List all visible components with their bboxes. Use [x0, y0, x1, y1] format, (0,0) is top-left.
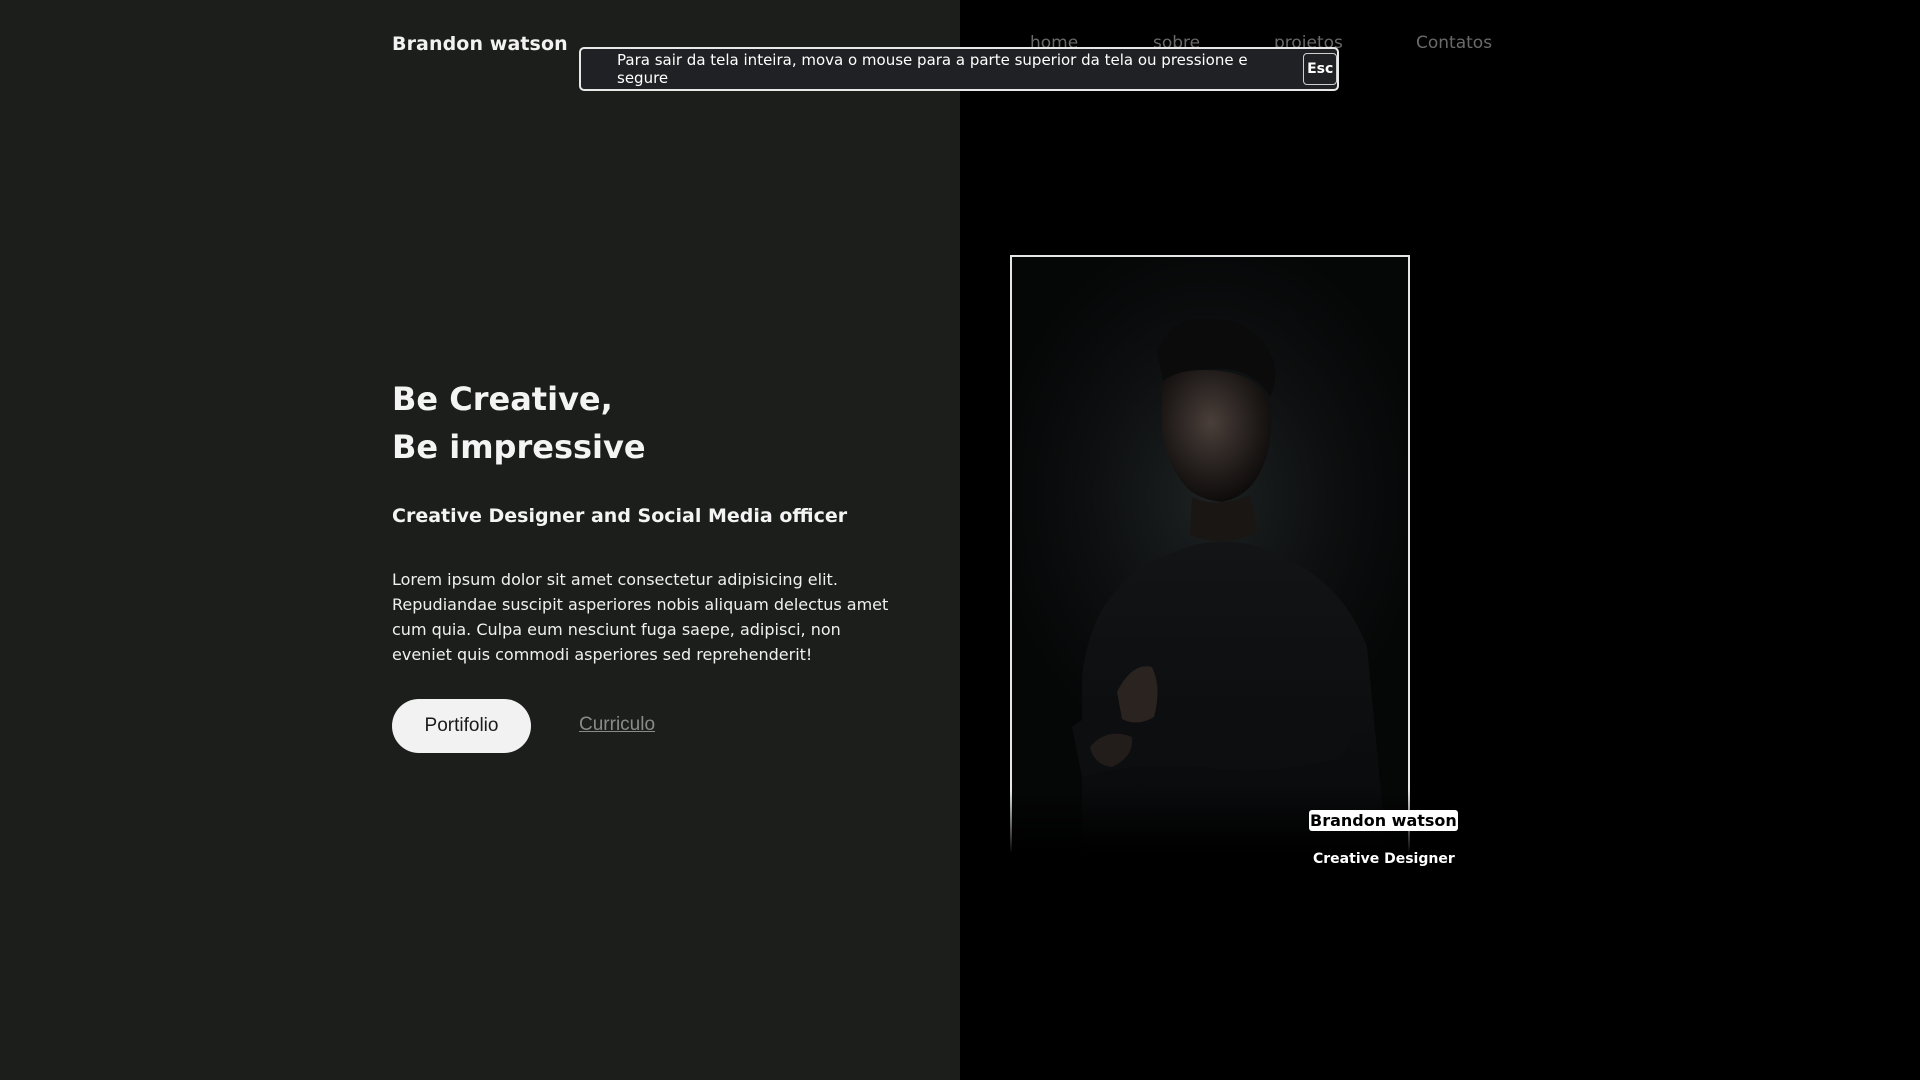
portfolio-button[interactable]: Portifolio: [392, 699, 531, 753]
headline-line-1: Be Creative,: [392, 380, 613, 418]
hero-headline: Be Creative, Be impressive: [392, 375, 646, 471]
page: Brandon watson home sobre projetos Conta…: [0, 0, 1920, 1080]
profile-name: Brandon watson: [1309, 810, 1458, 831]
esc-key-badge: Esc: [1303, 53, 1337, 85]
profile-photo-frame: [1010, 255, 1410, 855]
fullscreen-notice: Para sair da tela inteira, mova o mouse …: [579, 47, 1339, 91]
profile-photo: [1072, 317, 1387, 855]
fullscreen-notice-text: Para sair da tela inteira, mova o mouse …: [617, 51, 1248, 87]
curriculo-link[interactable]: Curriculo: [579, 714, 655, 736]
nav-contatos[interactable]: Contatos: [1416, 33, 1492, 53]
hero-subtitle: Creative Designer and Social Media offic…: [392, 505, 848, 527]
hero-description: Lorem ipsum dolor sit amet consectetur a…: [392, 570, 889, 664]
headline-line-2: Be impressive: [392, 428, 646, 466]
profile-role: Creative Designer: [1313, 851, 1455, 867]
brand-logo[interactable]: Brandon watson: [392, 33, 568, 55]
left-panel: [0, 0, 960, 1080]
